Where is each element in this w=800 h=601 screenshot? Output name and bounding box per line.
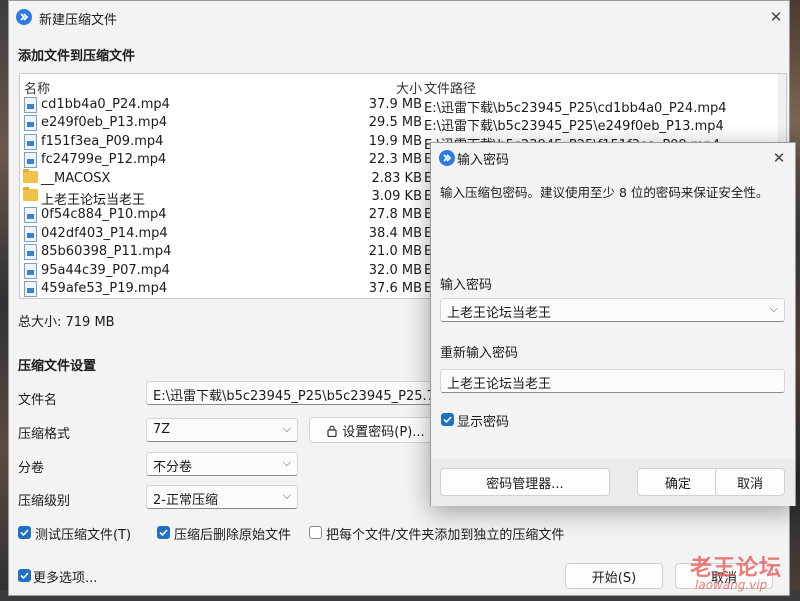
file-size: 29.5 MB [368, 115, 422, 131]
close-icon[interactable]: ✕ [761, 3, 791, 31]
start-button[interactable]: 开始(S) [565, 563, 663, 589]
password-dialog-title: 输入密码 [457, 153, 510, 168]
level-value: 2-正常压缩 [153, 493, 218, 508]
split-label: 分卷 [18, 461, 45, 476]
delete-after-label: 压缩后删除原始文件 [174, 528, 292, 543]
password-dialog: 输入密码 ✕ 输入压缩包密码。建议使用至少 8 位的密码来保证安全性。 输入密码… [430, 142, 796, 506]
ok-button[interactable]: 确定 [637, 468, 719, 496]
file-list-header: 名称 大小 文件路径 [20, 74, 786, 97]
file-name: 459afe53_P19.mp4 [41, 281, 168, 296]
filename-value: E:\迅雷下载\b5c23945_P25\b5c23945_P25.7删掉z [153, 389, 443, 404]
chevron-down-icon[interactable]: ⌵ [770, 302, 778, 316]
confirm-password-label: 重新输入密码 [440, 346, 519, 361]
folder-icon [23, 187, 38, 201]
file-list-row[interactable]: e249f0eb_P13.mp4 29.5 MB E:\迅雷下载\b5c23945_… [20, 114, 786, 135]
settings-section-title: 压缩文件设置 [18, 359, 97, 374]
close-icon[interactable]: ✕ [764, 144, 794, 172]
watermark-url: laowang.vip [695, 578, 768, 592]
password-input[interactable]: 上老王论坛当老王 ⌵ [440, 298, 785, 322]
more-options-label[interactable]: 更多选项... [33, 567, 97, 586]
video-file-icon [24, 244, 37, 261]
file-name: f151f3ea_P09.mp4 [41, 133, 164, 149]
file-list-row[interactable]: cd1bb4a0_P24.mp4 37.9 MB E:\迅雷下载\b5c23945_… [20, 96, 786, 116]
password-label: 输入密码 [440, 278, 493, 293]
confirm-password-input[interactable]: 上老王论坛当老王 [440, 369, 785, 393]
password-cancel-label: 取消 [736, 476, 763, 492]
file-size: 19.9 MB [368, 133, 422, 149]
ok-label: 确定 [664, 476, 691, 492]
file-name: 0f54c884_P10.mp4 [41, 207, 167, 223]
show-password-label: 显示密码 [457, 415, 510, 430]
set-password-button[interactable]: 设置密码(P)... [309, 417, 443, 443]
file-size: 3.09 KB [371, 189, 422, 204]
total-size-label: 总大小: 719 MB [18, 315, 115, 330]
add-files-section-title: 添加文件到压缩文件 [18, 49, 136, 64]
format-label: 压缩格式 [18, 427, 71, 442]
password-value: 上老王论坛当老王 [447, 306, 552, 321]
file-size: 37.9 MB [368, 97, 422, 112]
confirm-password-value: 上老王论坛当老王 [447, 377, 552, 392]
file-size: 22.3 MB [368, 152, 422, 168]
separate-archives-checkbox[interactable] [309, 526, 322, 539]
video-file-icon [24, 281, 37, 297]
video-file-icon [24, 115, 37, 132]
lock-icon [327, 425, 337, 437]
video-file-icon [24, 225, 37, 242]
filename-label: 文件名 [18, 393, 58, 408]
file-size: 38.4 MB [368, 225, 422, 241]
app-logo-icon [439, 150, 455, 166]
filename-input[interactable]: E:\迅雷下载\b5c23945_P25\b5c23945_P25.7删掉z [146, 381, 443, 405]
file-name: e249f0eb_P13.mp4 [41, 115, 168, 131]
file-name: __MACOSX [41, 170, 111, 186]
password-manager-button[interactable]: 密码管理器... [440, 468, 610, 496]
file-name: 上老王论坛当老王 [41, 193, 146, 208]
file-name: 85b60398_P11.mp4 [41, 244, 172, 260]
video-file-icon [24, 97, 37, 113]
file-name: cd1bb4a0_P24.mp4 [41, 97, 170, 112]
level-label: 压缩级别 [18, 494, 71, 509]
file-size: 2.83 KB [371, 170, 422, 186]
split-select[interactable]: 不分卷 ⌵ [146, 452, 298, 476]
password-dialog-footer: 密码管理器... 确定 取消 [431, 459, 795, 506]
chevron-down-icon: ⌵ [282, 422, 291, 435]
video-file-icon [24, 207, 37, 224]
password-description: 输入压缩包密码。建议使用至少 8 位的密码来保证安全性。 [440, 185, 769, 200]
main-window-title: 新建压缩文件 [39, 13, 118, 28]
test-archive-checkbox[interactable] [18, 526, 31, 539]
format-select[interactable]: 7Z ⌵ [146, 418, 298, 442]
file-size: 32.0 MB [368, 262, 422, 278]
chevron-down-icon: ⌵ [282, 489, 291, 502]
show-password-checkbox[interactable] [441, 413, 454, 426]
format-value: 7Z [153, 422, 171, 437]
test-archive-label: 测试压缩文件(T) [35, 528, 132, 543]
file-path: E:\迅雷下载\b5c23945_P25\e249f0eb_P13.mp4 [424, 119, 724, 135]
file-size: 21.0 MB [368, 244, 422, 260]
file-name: 95a44c39_P07.mp4 [41, 262, 170, 278]
column-header-path[interactable]: 文件路径 [424, 78, 476, 97]
file-name: fc24799e_P12.mp4 [41, 152, 167, 168]
password-manager-label: 密码管理器... [486, 476, 564, 492]
set-password-label: 设置密码(P)... [342, 424, 425, 440]
file-path: E:\迅雷下载\b5c23945_P25\cd1bb4a0_P24.mp4 [424, 101, 727, 116]
chevron-down-icon: ⌵ [282, 456, 291, 469]
password-cancel-button[interactable]: 取消 [715, 468, 785, 496]
folder-icon [23, 168, 38, 183]
start-button-label: 开始(S) [591, 570, 637, 586]
file-name: 042df403_P14.mp4 [41, 225, 168, 241]
file-size: 27.8 MB [368, 207, 422, 223]
delete-after-checkbox[interactable] [157, 526, 170, 539]
video-file-icon [24, 133, 37, 150]
app-logo-icon [16, 9, 32, 25]
level-select[interactable]: 2-正常压缩 ⌵ [146, 485, 298, 509]
main-titlebar: 新建压缩文件 ✕ [9, 1, 789, 33]
more-options-checkbox[interactable] [18, 569, 31, 582]
file-size: 37.6 MB [368, 281, 422, 296]
video-file-icon [24, 262, 37, 279]
separate-archives-label: 把每个文件/文件夹添加到独立的压缩文件 [326, 528, 565, 543]
split-value: 不分卷 [153, 460, 193, 475]
column-header-name[interactable]: 名称 [24, 78, 50, 97]
column-header-size[interactable]: 大小 [396, 78, 422, 97]
video-file-icon [24, 152, 37, 169]
